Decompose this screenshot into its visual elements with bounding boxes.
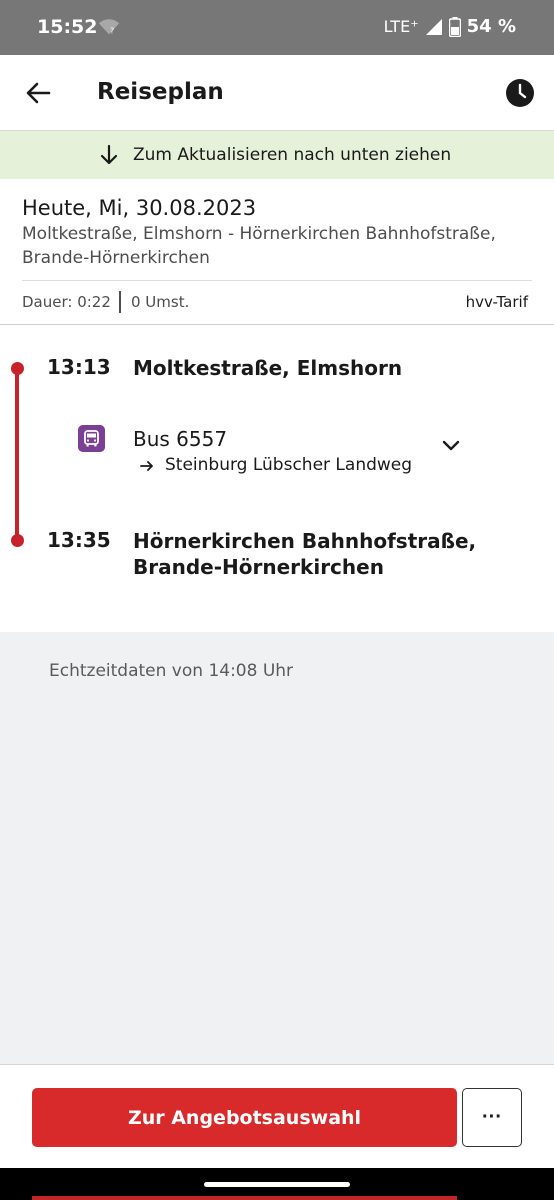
app-bar: Reiseplan <box>0 55 554 131</box>
tariff-label: hvv-Tarif <box>465 293 528 311</box>
clock-icon[interactable] <box>504 77 536 109</box>
status-time: 15:52 <box>37 16 98 38</box>
offer-selection-button[interactable]: Zur Angebotsauswahl <box>32 1088 457 1147</box>
timeline-end-dot <box>10 534 24 547</box>
timeline-line <box>15 368 19 542</box>
divider <box>119 291 121 313</box>
realtime-note: Echtzeitdaten von 14:08 Uhr <box>49 661 294 681</box>
back-arrow-icon[interactable] <box>22 77 54 109</box>
arrival-time: 13:35 <box>47 528 111 552</box>
svg-text:?: ? <box>110 25 114 35</box>
battery-percent: 54 % <box>466 16 516 37</box>
more-options-button[interactable]: ··· <box>462 1088 522 1147</box>
nav-peek <box>32 1196 457 1200</box>
timeline-start-dot <box>10 362 24 375</box>
journey-timeline: 13:13 Moltkestraße, Elmshorn Bus 6557 St… <box>0 325 554 632</box>
arrival-stop: Hörnerkirchen Bahnhofstraße, Brande-Hörn… <box>133 529 477 579</box>
status-indicators: LTE⁺ 54 % <box>384 16 516 37</box>
journey-duration: Dauer: 0:22 <box>22 293 111 311</box>
journey-transfers: 0 Umst. <box>131 293 190 311</box>
bus-line: Bus 6557 <box>133 427 228 451</box>
journey-date: Heute, Mi, 30.08.2023 <box>22 196 257 220</box>
status-bar: 15:52 ? LTE⁺ 54 % <box>0 0 554 55</box>
bus-direction: Steinburg Lübscher Landweg <box>165 455 413 475</box>
battery-icon <box>448 16 461 37</box>
right-arrow-icon <box>140 461 153 471</box>
page-title: Reiseplan <box>97 79 224 105</box>
refresh-hint: Zum Aktualisieren nach unten ziehen <box>133 145 452 165</box>
system-nav-bar <box>0 1168 554 1200</box>
refresh-banner: Zum Aktualisieren nach unten ziehen <box>0 131 554 179</box>
down-arrow-icon <box>100 144 118 165</box>
journey-route: Moltkestraße, Elmshorn - Hörnerkirchen B… <box>22 224 496 268</box>
gesture-handle[interactable] <box>204 1182 350 1187</box>
departure-time: 13:13 <box>47 355 111 379</box>
departure-stop: Moltkestraße, Elmshorn <box>133 356 403 380</box>
signal-icon <box>425 18 442 35</box>
journey-summary: Heute, Mi, 30.08.2023 Moltkestraße, Elms… <box>0 179 554 325</box>
bus-icon <box>78 425 105 452</box>
divider <box>22 280 532 281</box>
chevron-down-icon[interactable] <box>438 433 464 459</box>
bottom-action-bar: Zur Angebotsauswahl ··· <box>0 1064 554 1168</box>
wifi-icon: ? <box>98 19 120 35</box>
network-type: LTE⁺ <box>383 17 419 36</box>
